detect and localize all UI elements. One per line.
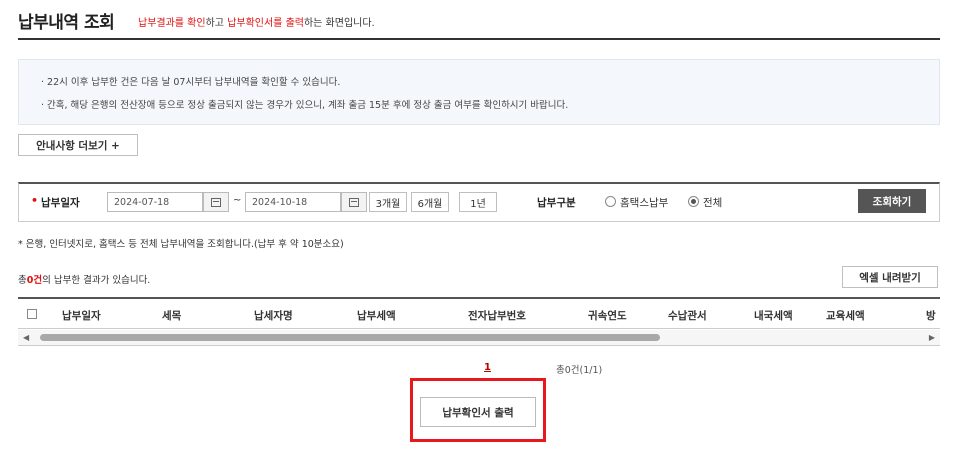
notice-box: · 22시 이후 납부한 건은 다음 날 07시부터 납부내역을 확인할 수 있…: [18, 59, 940, 125]
print-receipt-button[interactable]: 납부확인서 출력: [420, 397, 536, 427]
col-attribution-year: 귀속연도: [588, 310, 627, 322]
date-from-input[interactable]: 2024-07-18: [107, 192, 203, 212]
radio-all[interactable]: [688, 196, 699, 207]
date-from-calendar-button[interactable]: [203, 192, 229, 212]
col-receiving-office: 수납관서: [668, 310, 707, 322]
search-button[interactable]: 조회하기: [858, 189, 926, 213]
col-taxpayer-name: 납세자명: [254, 310, 293, 322]
result-count: 0건: [26, 275, 43, 286]
date-to-calendar-button[interactable]: [341, 192, 367, 212]
col-truncated: 방: [926, 310, 936, 322]
subtitle-text-1: 하고: [205, 18, 228, 29]
result-suffix: 의 납부한 결과가 있습니다.: [42, 275, 151, 286]
col-education-tax: 교육세액: [826, 310, 865, 322]
col-domestic-tax: 내국세액: [754, 310, 793, 322]
scroll-thumb[interactable]: [40, 334, 660, 341]
radio-all-label[interactable]: 전체: [703, 195, 722, 210]
radio-hometax-label[interactable]: 홈택스납부: [620, 195, 668, 210]
quick-3-months-button[interactable]: 3개월: [369, 192, 407, 212]
search-panel: • 납부일자 2024-07-18 ~ 2024-10-18 3개월 6개월 1…: [18, 182, 940, 222]
required-mark: •: [31, 194, 39, 207]
col-tax-item: 세목: [162, 310, 182, 322]
subtitle-highlight-1: 납부결과를 확인: [138, 18, 206, 29]
col-e-payment-number: 전자납부번호: [468, 310, 526, 322]
page-subtitle: 납부결과를 확인하고 납부확인서를 출력하는 화면입니다.: [138, 14, 375, 29]
scroll-left-icon[interactable]: ◀: [23, 333, 29, 342]
col-payment-amount: 납부세액: [357, 310, 396, 322]
table-horizontal-scrollbar[interactable]: ◀ ▶: [18, 330, 940, 346]
result-summary: 총0건의 납부한 결과가 있습니다.: [18, 272, 150, 286]
search-note: * 은행, 인터넷지로, 홈택스 등 전체 납부내역을 조회합니다.(납부 후 …: [18, 239, 344, 250]
quick-6-months-button[interactable]: 6개월: [411, 192, 449, 212]
title-divider: [18, 38, 940, 40]
page-title: 납부내역 조회: [18, 13, 115, 33]
page-link-1[interactable]: 1: [484, 362, 491, 373]
date-label: 납부일자: [41, 197, 80, 209]
calendar-icon: [211, 197, 221, 207]
subtitle-text-2: 하는 화면입니다.: [303, 18, 375, 29]
notice-line-1: · 22시 이후 납부한 건은 다음 날 07시부터 납부내역을 확인할 수 있…: [41, 77, 341, 88]
col-payment-date: 납부일자: [62, 310, 101, 322]
excel-download-button[interactable]: 엑셀 내려받기: [842, 266, 938, 288]
select-all-checkbox[interactable]: [27, 309, 37, 319]
table-header: 납부일자 세목 납세자명 납부세액 전자납부번호 귀속연도 수납관서 내국세액 …: [18, 297, 940, 329]
notice-line-2: · 간혹, 해당 은행의 전산장애 등으로 정상 출금되지 않는 경우가 있으니…: [41, 100, 569, 111]
calendar-icon: [349, 197, 359, 207]
result-prefix: 총: [18, 275, 27, 286]
date-range-tilde: ~: [233, 195, 242, 206]
quick-1-year-button[interactable]: 1년: [459, 192, 497, 212]
page-summary: 총0건(1/1): [556, 365, 603, 376]
scroll-right-icon[interactable]: ▶: [929, 333, 935, 342]
payment-type-label: 납부구분: [537, 197, 576, 209]
date-to-input[interactable]: 2024-10-18: [245, 192, 341, 212]
more-info-button[interactable]: 안내사항 더보기 +: [18, 134, 138, 156]
radio-hometax[interactable]: [605, 196, 616, 207]
subtitle-highlight-2: 납부확인서를 출력: [227, 18, 304, 29]
